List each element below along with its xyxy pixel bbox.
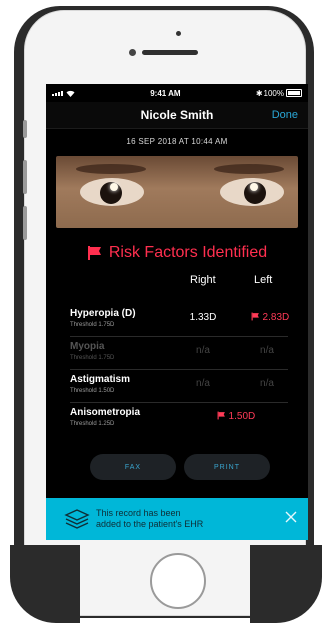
eyes-photo[interactable] xyxy=(56,156,298,228)
patient-name: Nicole Smith xyxy=(140,108,214,122)
toast-line-1: This record has been xyxy=(96,508,181,518)
front-camera xyxy=(176,31,181,36)
signal-icon xyxy=(52,90,63,96)
column-left: Left xyxy=(254,274,273,286)
case-bumper-right xyxy=(250,545,322,623)
status-bar: 9:41 AM ✱ 100% xyxy=(46,84,308,102)
flag-icon xyxy=(217,411,225,420)
row-name: Hyperopia (D) xyxy=(70,308,136,319)
close-icon[interactable] xyxy=(284,510,298,524)
signal-wifi xyxy=(52,90,75,97)
table-row: Hyperopia (D) Threshold 1.75D 1.33D 2.83… xyxy=(70,304,289,337)
done-button[interactable]: Done xyxy=(272,109,298,121)
right-value: n/a xyxy=(196,345,210,356)
row-name: Astigmatism xyxy=(70,374,131,385)
row-threshold: Threshold 1.75D xyxy=(70,322,115,328)
records-stack-icon xyxy=(64,509,90,529)
column-headers: Right Left xyxy=(46,274,308,292)
table-row: Astigmatism Threshold 1.50D n/a n/a xyxy=(70,370,288,403)
row-name: Myopia xyxy=(70,341,105,352)
results-table: Hyperopia (D) Threshold 1.75D 1.33D 2.83… xyxy=(46,304,308,435)
risk-title: Risk Factors Identified xyxy=(108,244,268,261)
fax-button[interactable]: FAX xyxy=(90,454,176,480)
record-timestamp: 16 SEP 2018 AT 10:44 AM xyxy=(126,137,228,146)
toast-line-2: added to the patient's EHR xyxy=(96,519,204,529)
toast-message: This record has been added to the patien… xyxy=(96,508,203,530)
left-value: 2.83D xyxy=(262,312,290,323)
case-bumper-left xyxy=(10,545,80,623)
volume-up-button xyxy=(23,160,27,194)
flag-icon xyxy=(87,246,101,260)
right-value: 1.33D xyxy=(189,312,217,323)
combined-value-cell: 1.50D xyxy=(204,411,268,422)
row-name: Anisometropia xyxy=(70,407,141,418)
home-button[interactable] xyxy=(150,553,206,609)
row-threshold: Threshold 1.25D xyxy=(70,421,115,427)
battery-percent: 100% xyxy=(263,88,284,98)
left-value: n/a xyxy=(260,345,274,356)
table-row: Myopia Threshold 1.75D n/a n/a xyxy=(70,337,288,370)
bluetooth-icon: ✱ xyxy=(255,88,263,98)
column-right: Right xyxy=(190,274,216,286)
row-threshold: Threshold 1.50D xyxy=(70,388,115,394)
left-value: n/a xyxy=(260,378,274,389)
row-threshold: Threshold 1.75D xyxy=(70,355,115,361)
flag-icon xyxy=(251,312,259,321)
mute-switch xyxy=(23,120,27,138)
combined-value: 1.50D xyxy=(228,411,256,422)
earpiece-speaker xyxy=(142,50,198,55)
proximity-sensor xyxy=(129,49,136,56)
print-button[interactable]: PRINT xyxy=(184,454,270,480)
wifi-icon xyxy=(66,90,75,97)
status-time: 9:41 AM xyxy=(150,88,181,98)
volume-down-button xyxy=(23,206,27,240)
battery-area: ✱ 100% xyxy=(256,89,302,98)
risk-banner: Risk Factors Identified xyxy=(46,244,308,262)
table-row: Anisometropia Threshold 1.25D 1.50D xyxy=(70,403,288,435)
navigation-bar: Nicole Smith Done xyxy=(46,102,308,129)
battery-icon xyxy=(286,89,302,97)
ehr-toast: This record has been added to the patien… xyxy=(46,498,308,540)
right-value: n/a xyxy=(196,378,210,389)
left-value-cell: 2.83D xyxy=(240,312,300,323)
action-buttons: FAX PRINT xyxy=(90,454,270,480)
